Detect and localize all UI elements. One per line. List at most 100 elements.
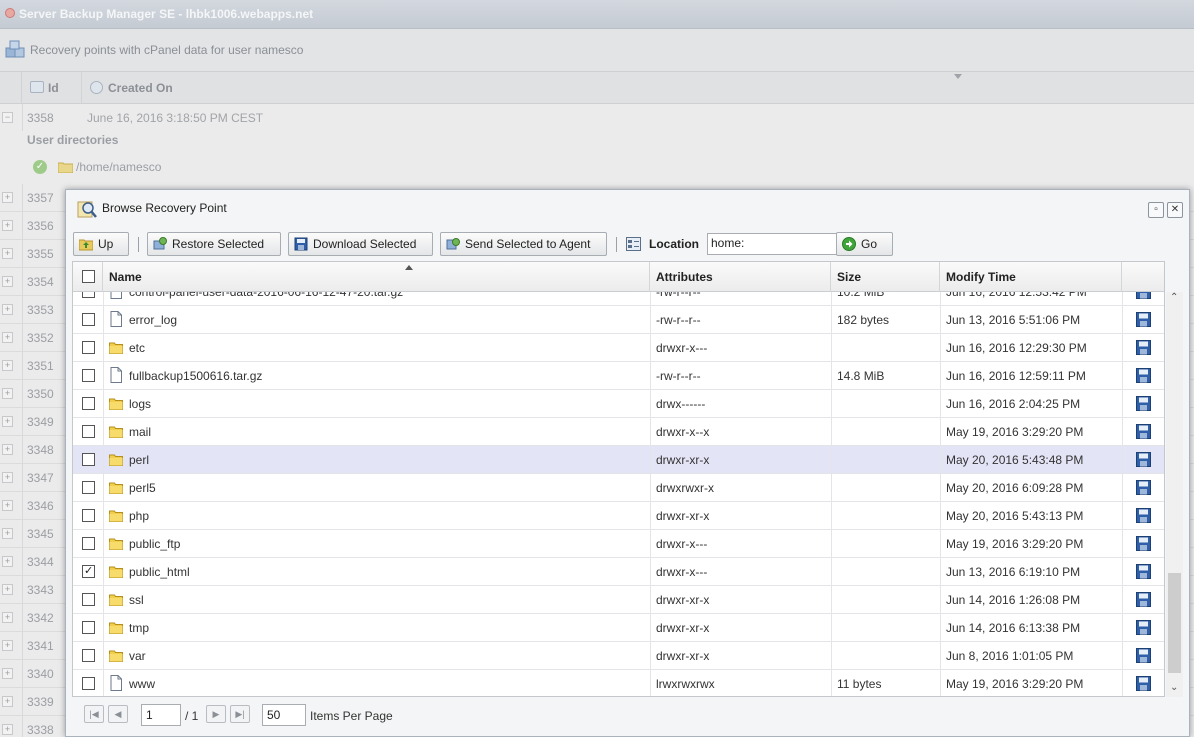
expand-icon[interactable]: + [2, 556, 13, 567]
expand-icon[interactable]: + [2, 416, 13, 427]
row-checkbox[interactable] [82, 453, 95, 466]
next-page-icon[interactable]: ▶ [206, 705, 226, 723]
expand-icon[interactable]: + [2, 640, 13, 651]
recovery-point-row[interactable]: − 3358 June 16, 2016 3:18:50 PM CEST [0, 104, 1194, 132]
row-checkbox[interactable] [82, 292, 95, 298]
column-menu-icon[interactable] [954, 74, 962, 79]
file-row[interactable]: etc drwxr-x--- Jun 16, 2016 12:29:30 PM [73, 334, 1164, 362]
file-name[interactable]: public_ftp [129, 537, 180, 551]
first-page-icon[interactable]: |◀ [84, 705, 104, 723]
column-attributes[interactable]: Attributes [650, 262, 831, 292]
download-disk-icon[interactable] [1136, 424, 1151, 439]
row-checkbox[interactable] [82, 564, 95, 578]
download-disk-icon[interactable] [1136, 592, 1151, 607]
row-checkbox[interactable] [82, 593, 95, 606]
column-size[interactable]: Size [831, 262, 940, 292]
file-row[interactable]: public_html drwxr-x--- Jun 13, 2016 6:19:1… [73, 558, 1164, 586]
expand-icon[interactable]: + [2, 248, 13, 259]
expand-icon[interactable]: + [2, 584, 13, 595]
download-disk-icon[interactable] [1136, 292, 1151, 299]
file-name[interactable]: perl5 [129, 481, 156, 495]
file-name[interactable]: mail [129, 425, 151, 439]
file-name[interactable]: perl [129, 453, 149, 467]
location-input[interactable]: home: [707, 233, 837, 255]
download-disk-icon[interactable] [1136, 368, 1151, 383]
file-name[interactable]: php [129, 509, 149, 523]
select-all-checkbox[interactable] [82, 270, 95, 283]
file-name[interactable]: var [129, 649, 146, 663]
row-checkbox[interactable] [82, 341, 95, 354]
up-button[interactable]: Up [73, 232, 129, 256]
file-row[interactable]: perl5 drwxrwxr-x May 20, 2016 6:09:28 PM [73, 474, 1164, 502]
expand-icon[interactable]: + [2, 444, 13, 455]
file-row[interactable]: fullbackup1500616.tar.gz -rw-r--r-- 14.8 M… [73, 362, 1164, 390]
send-selected-to-agent-button[interactable]: Send Selected to Agent [440, 232, 607, 256]
expand-icon[interactable]: + [2, 192, 13, 203]
file-row[interactable]: www lrwxrwxrwx 11 bytes May 19, 2016 3:29:2… [73, 670, 1164, 696]
download-disk-icon[interactable] [1136, 396, 1151, 411]
expand-icon[interactable]: + [2, 304, 13, 315]
download-disk-icon[interactable] [1136, 564, 1151, 579]
download-disk-icon[interactable] [1136, 676, 1151, 691]
file-row[interactable]: error_log -rw-r--r-- 182 bytes Jun 13, 2016… [73, 306, 1164, 334]
expand-icon[interactable]: + [2, 724, 13, 735]
download-disk-icon[interactable] [1136, 508, 1151, 523]
expand-icon[interactable]: + [2, 472, 13, 483]
last-page-icon[interactable]: ▶| [230, 705, 250, 723]
expand-icon[interactable]: + [2, 276, 13, 287]
file-table-scrollbar[interactable]: ⌃ ⌄ [1166, 292, 1183, 697]
file-row[interactable]: logs drwx------ Jun 16, 2016 2:04:25 PM [73, 390, 1164, 418]
expand-icon[interactable]: + [2, 220, 13, 231]
page-number-input[interactable]: 1 [141, 704, 181, 726]
column-id[interactable]: Id [48, 81, 59, 95]
go-button[interactable]: Go [836, 232, 893, 256]
expand-icon[interactable]: + [2, 612, 13, 623]
download-disk-icon[interactable] [1136, 620, 1151, 635]
scrollbar-thumb[interactable] [1168, 573, 1181, 673]
file-name[interactable]: etc [129, 341, 145, 355]
download-disk-icon[interactable] [1136, 312, 1151, 327]
file-name[interactable]: ssl [129, 593, 144, 607]
file-row[interactable]: public_ftp drwxr-x--- May 19, 2016 3:29:20… [73, 530, 1164, 558]
column-created-on[interactable]: Created On [108, 81, 173, 95]
expand-icon[interactable]: + [2, 360, 13, 371]
file-name[interactable]: fullbackup1500616.tar.gz [129, 369, 262, 383]
file-name[interactable]: logs [129, 397, 151, 411]
file-name[interactable]: public_html [129, 565, 190, 579]
file-name[interactable]: www [129, 677, 155, 691]
file-row[interactable]: php drwxr-xr-x May 20, 2016 5:43:13 PM [73, 502, 1164, 530]
expand-icon[interactable]: + [2, 388, 13, 399]
file-name[interactable]: control-panel-user-data-2016-06-16-12-47… [129, 292, 403, 299]
row-checkbox[interactable] [82, 425, 95, 438]
prev-page-icon[interactable]: ◀ [108, 705, 128, 723]
row-checkbox[interactable] [82, 509, 95, 522]
file-name[interactable]: error_log [129, 313, 177, 327]
row-checkbox[interactable] [82, 313, 95, 326]
file-row[interactable]: mail drwxr-x--x May 19, 2016 3:29:20 PM [73, 418, 1164, 446]
row-checkbox[interactable] [82, 537, 95, 550]
items-per-page-input[interactable]: 50 [262, 704, 306, 726]
dialog-title-bar[interactable]: Browse Recovery Point ▫ ✕ [66, 190, 1189, 228]
download-disk-icon[interactable] [1136, 536, 1151, 551]
restore-selected-button[interactable]: Restore Selected [147, 232, 281, 256]
file-row[interactable]: perl drwxr-xr-x May 20, 2016 5:43:48 PM [73, 446, 1164, 474]
file-row[interactable]: var drwxr-xr-x Jun 8, 2016 1:01:05 PM [73, 642, 1164, 670]
file-row[interactable]: tmp drwxr-xr-x Jun 14, 2016 6:13:38 PM [73, 614, 1164, 642]
scroll-down-icon[interactable]: ⌄ [1170, 682, 1178, 693]
download-selected-button[interactable]: Download Selected [288, 232, 433, 256]
download-disk-icon[interactable] [1136, 452, 1151, 467]
expand-icon[interactable]: + [2, 528, 13, 539]
column-modify-time[interactable]: Modify Time [940, 262, 1122, 292]
download-disk-icon[interactable] [1136, 340, 1151, 355]
scroll-up-icon[interactable]: ⌃ [1170, 292, 1178, 303]
row-checkbox[interactable] [82, 649, 95, 662]
row-checkbox[interactable] [82, 481, 95, 494]
row-checkbox[interactable] [82, 677, 95, 690]
detail-path[interactable]: /home/namesco [76, 160, 161, 174]
column-name[interactable]: Name [103, 262, 650, 292]
close-button[interactable]: ✕ [1167, 202, 1183, 218]
file-name[interactable]: tmp [129, 621, 149, 635]
file-row[interactable]: ssl drwxr-xr-x Jun 14, 2016 1:26:08 PM [73, 586, 1164, 614]
download-disk-icon[interactable] [1136, 480, 1151, 495]
expand-icon[interactable]: + [2, 696, 13, 707]
